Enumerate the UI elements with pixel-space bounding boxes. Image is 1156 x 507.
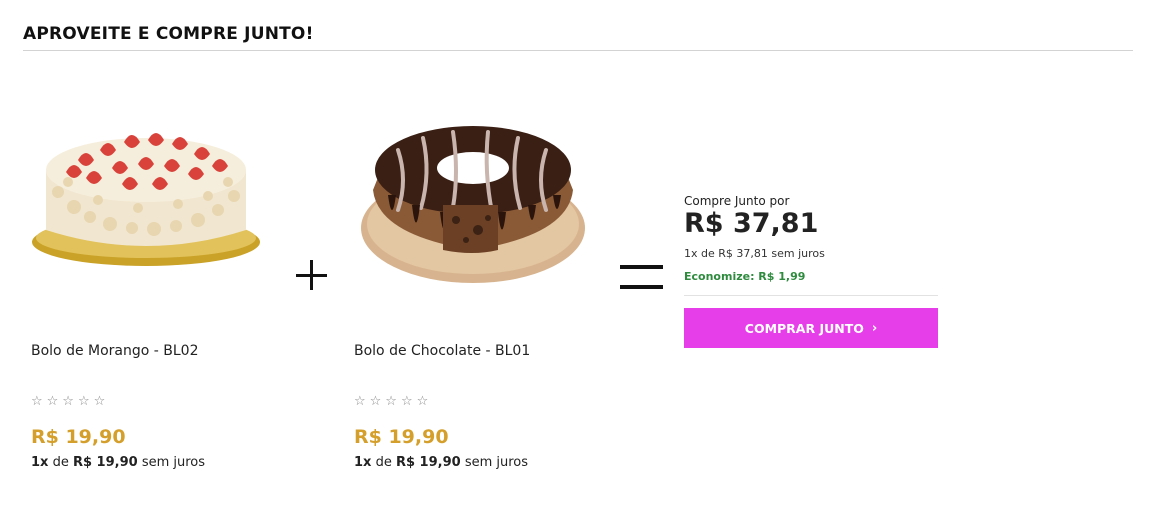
bundle-savings: Economize: R$ 1,99 xyxy=(684,270,806,283)
product-installments: 1x de R$ 19,90 sem juros xyxy=(31,455,205,470)
installment-suffix: sem juros xyxy=(141,455,206,470)
product-installments: 1x de R$ 19,90 sem juros xyxy=(354,455,528,470)
bundle-installments: 1x de R$ 37,81 sem juros xyxy=(684,247,825,260)
product-image-strawberry-cake[interactable] xyxy=(28,112,268,287)
buy-together-label: COMPRAR JUNTO xyxy=(744,320,864,336)
buy-together-button[interactable]: COMPRAR JUNTO › xyxy=(684,308,938,348)
rating-stars-icon: ☆☆☆☆☆ xyxy=(354,394,433,409)
installment-count: 1x xyxy=(31,455,49,470)
bundle-price: R$ 37,81 xyxy=(684,208,819,239)
installment-suffix: sem juros xyxy=(464,455,529,470)
product-price: R$ 19,90 xyxy=(354,426,449,448)
bundle-divider xyxy=(684,295,938,296)
product-image-chocolate-cake[interactable] xyxy=(348,110,598,288)
installment-count: 1x xyxy=(354,455,372,470)
section-title: APROVEITE E COMPRE JUNTO! xyxy=(23,24,314,44)
installment-value: R$ 19,90 xyxy=(395,455,461,470)
product-name[interactable]: Bolo de Morango - BL02 xyxy=(31,343,199,359)
equals-icon xyxy=(620,263,663,291)
chevron-right-icon: › xyxy=(871,320,878,336)
title-divider xyxy=(23,50,1133,51)
plus-icon xyxy=(294,252,330,290)
installment-of: de xyxy=(52,455,69,470)
product-name[interactable]: Bolo de Chocolate - BL01 xyxy=(354,343,530,359)
rating-stars-icon: ☆☆☆☆☆ xyxy=(31,394,110,409)
product-price: R$ 19,90 xyxy=(31,426,126,448)
bundle-label: Compre Junto por xyxy=(684,194,790,208)
installment-value: R$ 19,90 xyxy=(72,455,138,470)
installment-of: de xyxy=(375,455,392,470)
